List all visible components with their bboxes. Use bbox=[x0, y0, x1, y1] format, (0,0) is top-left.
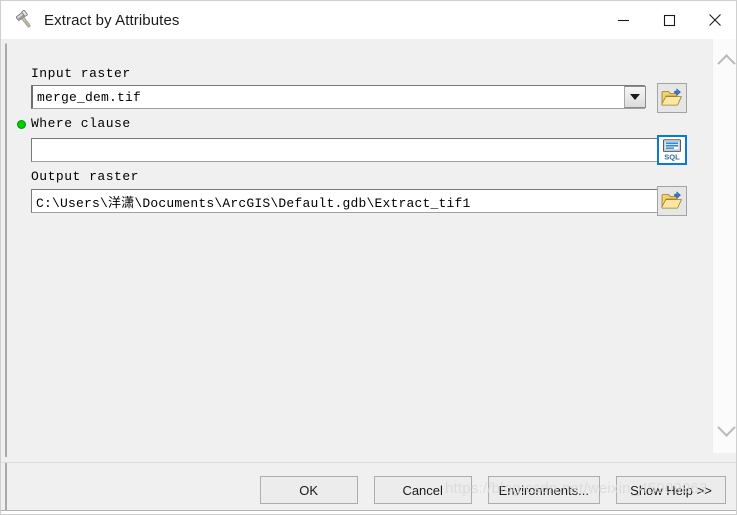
input-raster-dropdown-button[interactable] bbox=[624, 86, 646, 108]
close-icon bbox=[709, 14, 721, 26]
window-title: Extract by Attributes bbox=[44, 11, 180, 29]
ok-button[interactable]: OK bbox=[259, 476, 358, 504]
footer-frame: OK Cancel Environments... Show Help >> bbox=[5, 463, 734, 514]
chevron-down-icon bbox=[716, 417, 736, 437]
minimize-icon bbox=[617, 19, 629, 21]
parameters-panel: Input raster Where clause bbox=[5, 43, 707, 457]
input-raster-input[interactable] bbox=[31, 85, 645, 109]
minimize-button[interactable] bbox=[600, 1, 646, 39]
chevron-down-icon bbox=[630, 94, 640, 100]
title-bar: Extract by Attributes bbox=[1, 1, 736, 39]
footer-button-row: OK Cancel Environments... Show Help >> bbox=[259, 476, 726, 504]
parameters-scrollbar[interactable] bbox=[712, 39, 736, 453]
window-bottom-edge bbox=[1, 510, 736, 514]
extract-by-attributes-dialog: Extract by Attributes Input raster merge… bbox=[0, 0, 737, 515]
hammer-tool-icon bbox=[15, 10, 31, 28]
window-controls bbox=[600, 1, 736, 39]
output-raster-input[interactable] bbox=[31, 189, 678, 213]
close-button[interactable] bbox=[692, 1, 736, 39]
open-folder-icon bbox=[661, 191, 683, 209]
maximize-icon bbox=[663, 14, 675, 26]
scroll-up-button[interactable] bbox=[713, 47, 736, 73]
where-clause-input[interactable] bbox=[31, 138, 678, 162]
sql-query-builder-icon: SQL bbox=[663, 139, 681, 161]
output-raster-label: Output raster bbox=[31, 169, 139, 184]
open-folder-icon bbox=[661, 88, 683, 106]
sql-button-label: SQL bbox=[664, 152, 680, 161]
show-help-button[interactable]: Show Help >> bbox=[616, 476, 726, 504]
where-clause-sql-button[interactable]: SQL bbox=[657, 135, 687, 165]
cancel-button[interactable]: Cancel bbox=[373, 476, 472, 504]
dialog-footer: OK Cancel Environments... Show Help >> bbox=[1, 462, 736, 514]
output-raster-browse-button[interactable] bbox=[657, 186, 687, 216]
where-clause-label: Where clause bbox=[31, 116, 131, 131]
environments-button[interactable]: Environments... bbox=[487, 476, 600, 504]
where-clause-required-indicator bbox=[17, 120, 26, 129]
input-raster-browse-button[interactable] bbox=[657, 83, 687, 113]
chevron-up-icon bbox=[716, 53, 736, 73]
maximize-button[interactable] bbox=[646, 1, 692, 39]
scroll-down-button[interactable] bbox=[713, 417, 736, 443]
input-raster-label: Input raster bbox=[31, 66, 131, 81]
dialog-body: Input raster Where clause bbox=[1, 39, 736, 462]
